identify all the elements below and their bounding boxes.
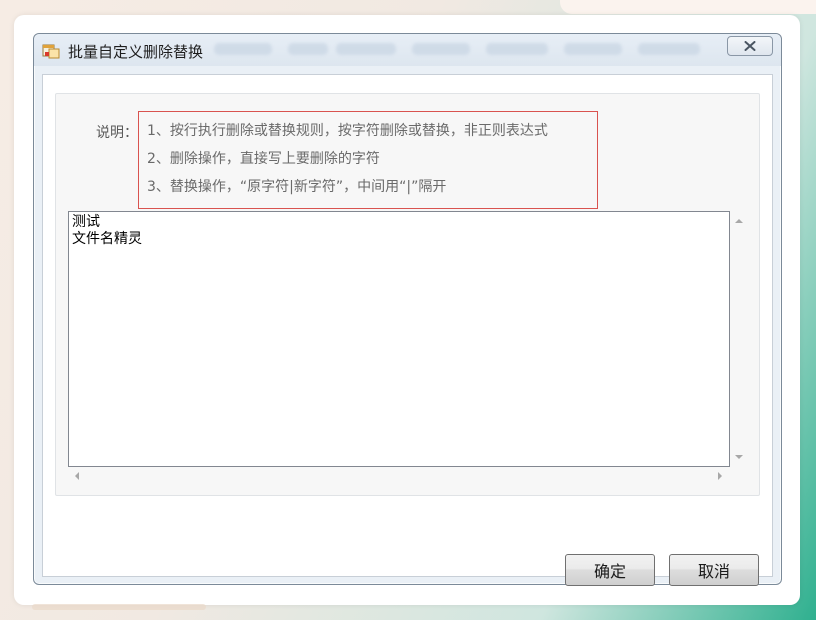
close-button[interactable] [727,36,773,56]
blurred-background-text [288,43,328,55]
window-title: 批量自定义删除替换 [68,43,204,61]
scroll-up-arrow-icon[interactable] [735,219,743,223]
description-line-1: 1、按行执行删除或替换规则，按字符删除或替换，非正则表达式 [147,123,548,139]
rules-textarea[interactable]: 测试 文件名精灵 [68,211,730,467]
cancel-button[interactable]: 取消 [669,554,759,586]
blurred-background-text [564,43,622,55]
dialog-content: 说明： 1、按行执行删除或替换规则，按字符删除或替换，非正则表达式 2、删除操作… [42,74,773,586]
blurred-background-text [412,43,470,55]
blurred-background-text [638,43,700,55]
background-decoration [560,0,816,14]
blurred-background-text [336,43,396,55]
blurred-background-text [214,43,272,55]
vertical-scrollbar[interactable] [730,211,747,467]
horizontal-scrollbar[interactable] [68,467,730,484]
textarea-line-1: 测试 [72,214,100,230]
textarea-line-2: 文件名精灵 [72,231,142,247]
description-line-3: 3、替换操作，“原字符|新字符”，中间用“|”隔开 [147,179,447,195]
blurred-background-text [486,43,548,55]
app-window-icon [42,44,60,59]
scroll-right-arrow-icon[interactable] [718,472,722,480]
description-highlight-box: 1、按行执行删除或替换规则，按字符删除或替换，非正则表达式 2、删除操作，直接写… [138,111,598,209]
card-decoration [32,604,206,610]
close-icon [744,41,756,51]
scroll-left-arrow-icon[interactable] [75,472,79,480]
scroll-down-arrow-icon[interactable] [735,455,743,459]
title-bar[interactable]: 批量自定义删除替换 [34,34,781,66]
ok-button[interactable]: 确定 [565,554,655,586]
description-line-2: 2、删除操作，直接写上要删除的字符 [147,151,380,167]
dialog-window: 批量自定义删除替换 说明： 1、按行执行删除或替换规则，按字符删除或替换，非正则… [33,33,782,586]
rules-group: 说明： 1、按行执行删除或替换规则，按字符删除或替换，非正则表达式 2、删除操作… [55,93,760,496]
description-label: 说明： [96,125,138,141]
